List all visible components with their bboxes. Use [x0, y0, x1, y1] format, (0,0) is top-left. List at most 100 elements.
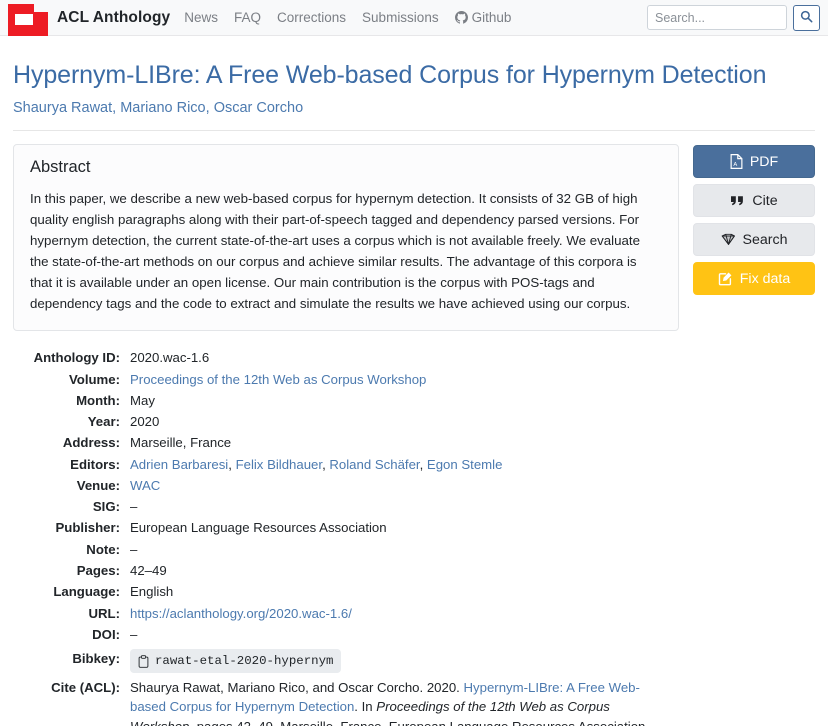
abstract-text: In this paper, we describe a new web-bas…	[30, 191, 640, 312]
action-button-column: A PDF Cite Search Fix data	[693, 144, 815, 296]
page-body: Hypernym-LIBre: A Free Web-based Corpus …	[0, 60, 828, 726]
metadata-label: Venue:	[76, 477, 120, 493]
metadata-row-venue: Venue: WAC	[22, 476, 815, 495]
author-link[interactable]: Shaurya Rawat	[13, 100, 112, 116]
metadata-row-year: Year: 2020	[22, 412, 815, 431]
nav-links: News FAQ Corrections Submissions Github	[184, 10, 511, 25]
semantic-search-button-label: Search	[742, 231, 788, 248]
quote-left-icon	[730, 194, 745, 207]
metadata-label: Year:	[87, 414, 120, 430]
metadata-row-editors: Editors: Adrien Barbaresi, Felix Bildhau…	[22, 455, 815, 474]
metadata-value: Shaurya Rawat, Mariano Rico, and Oscar C…	[130, 678, 660, 726]
nav-item-news-label: News	[184, 10, 218, 25]
metadata-row-doi: DOI: –	[22, 625, 815, 644]
metadata-label: Pages:	[76, 563, 120, 578]
metadata-value: –	[130, 626, 138, 642]
metadata-row-bibkey: Bibkey: rawat-etal-2020-hypernym	[22, 649, 815, 674]
fix-data-button[interactable]: Fix data	[693, 262, 815, 296]
metadata-value: 2020	[130, 414, 160, 430]
metadata-row-sig: SIG: –	[22, 497, 815, 516]
metadata-row-month: Month: May	[22, 391, 815, 410]
metadata-value: WAC	[130, 476, 660, 495]
brand-title: ACL Anthology	[57, 8, 171, 26]
metadata-value: 42–49	[130, 563, 167, 578]
editor-link[interactable]: Egon Stemle	[427, 457, 503, 472]
metadata-value: Marseille, France	[130, 435, 232, 451]
nav-item-github-label: Github	[471, 10, 512, 25]
metadata-value: English	[130, 584, 174, 600]
venue-link[interactable]: WAC	[130, 478, 160, 493]
editor-link[interactable]: Adrien Barbaresi	[130, 457, 228, 472]
metadata-label: Anthology ID:	[33, 350, 120, 366]
cite-acl-mid: . In	[354, 699, 377, 715]
metadata-row-volume: Volume: Proceedings of the 12th Web as C…	[22, 370, 815, 389]
editor-link[interactable]: Roland Schäfer	[329, 457, 419, 472]
top-navbar: ACL Anthology News FAQ Corrections Submi…	[0, 0, 828, 36]
metadata-row-pages: Pages: 42–49	[22, 561, 815, 580]
author-separator: ,	[205, 99, 214, 116]
nav-item-faq-label: FAQ	[234, 10, 262, 25]
bibkey-value: rawat-etal-2020-hypernym	[155, 654, 334, 669]
page-title: Hypernym-LIBre: A Free Web-based Corpus …	[13, 61, 767, 89]
author-list: Shaurya Rawat, Mariano Rico, Oscar Corch…	[13, 99, 815, 118]
file-pdf-icon: A	[730, 154, 743, 170]
fix-data-button-label: Fix data	[739, 270, 791, 287]
nav-item-submissions[interactable]: Submissions	[362, 10, 439, 25]
author-link[interactable]: Oscar Corcho	[214, 100, 303, 116]
cite-button-label: Cite	[752, 192, 778, 209]
metadata-label: URL:	[88, 605, 121, 621]
abstract-card: Abstract In this paper, we describe a ne…	[13, 144, 679, 332]
metadata-label: Editors:	[70, 456, 120, 472]
metadata-value: –	[130, 541, 138, 557]
brand-link[interactable]: ACL Anthology	[0, 0, 170, 36]
nav-item-corrections[interactable]: Corrections	[277, 10, 346, 25]
pdf-button-label: PDF	[749, 153, 779, 170]
github-icon	[454, 11, 468, 24]
semantic-search-button[interactable]: Search	[693, 223, 815, 257]
nav-item-faq[interactable]: FAQ	[234, 10, 261, 25]
svg-text:A: A	[733, 162, 737, 168]
author-link[interactable]: Mariano Rico	[120, 100, 205, 116]
metadata-value: –	[130, 499, 138, 515]
header-divider	[13, 130, 815, 132]
metadata-label: SIG:	[92, 499, 120, 515]
metadata-value: May	[130, 392, 155, 408]
search-input[interactable]	[647, 5, 787, 30]
edit-square-icon	[718, 271, 733, 286]
search-icon	[800, 10, 813, 26]
pdf-button[interactable]: A PDF	[693, 145, 815, 179]
nav-item-submissions-label: Submissions	[362, 10, 439, 25]
nav-item-corrections-label: Corrections	[277, 10, 347, 25]
clipboard-icon	[138, 654, 149, 668]
metadata-label: Bibkey:	[72, 651, 120, 667]
search-submit-button[interactable]	[793, 4, 820, 31]
metadata-value: Adrien Barbaresi, Felix Bildhauer, Rolan…	[130, 456, 503, 472]
metadata-row-publisher: Publisher: European Language Resources A…	[22, 518, 815, 537]
metadata-label: Publisher:	[55, 520, 120, 536]
acl-anthology-logo-icon[interactable]	[8, 3, 48, 36]
metadata-row-cite-acl: Cite (ACL): Shaurya Rawat, Mariano Rico,…	[22, 678, 815, 726]
bibkey-copy-chip[interactable]: rawat-etal-2020-hypernym	[130, 649, 342, 674]
nav-item-github[interactable]: Github	[454, 10, 512, 25]
metadata-row-url: URL: https://aclanthology.org/2020.wac-1…	[22, 604, 815, 623]
metadata-label: Cite (ACL):	[51, 680, 120, 696]
metadata-value: Proceedings of the 12th Web as Corpus Wo…	[130, 370, 660, 389]
abstract-heading: Abstract	[30, 158, 91, 177]
nav-item-news[interactable]: News	[184, 10, 218, 25]
volume-link[interactable]: Proceedings of the 12th Web as Corpus Wo…	[130, 372, 426, 387]
search-area	[647, 4, 820, 31]
editor-link[interactable]: Felix Bildhauer	[236, 457, 323, 472]
metadata-label: Address:	[62, 435, 120, 451]
metadata-label: Volume:	[68, 371, 120, 387]
metadata-row-language: Language: English	[22, 582, 815, 601]
metadata-label: DOI:	[92, 626, 120, 642]
metadata-list: Anthology ID: 2020.wac-1.6 Volume: Proce…	[13, 348, 815, 726]
cite-button[interactable]: Cite	[693, 184, 815, 218]
url-link[interactable]: https://aclanthology.org/2020.wac-1.6/	[130, 606, 352, 621]
metadata-value: rawat-etal-2020-hypernym	[130, 649, 660, 674]
metadata-label: Month:	[76, 392, 120, 408]
metadata-row-address: Address: Marseille, France	[22, 433, 815, 452]
metadata-row-note: Note: –	[22, 540, 815, 559]
author-separator: ,	[112, 99, 121, 116]
metadata-row-anthology-id: Anthology ID: 2020.wac-1.6	[22, 348, 815, 367]
